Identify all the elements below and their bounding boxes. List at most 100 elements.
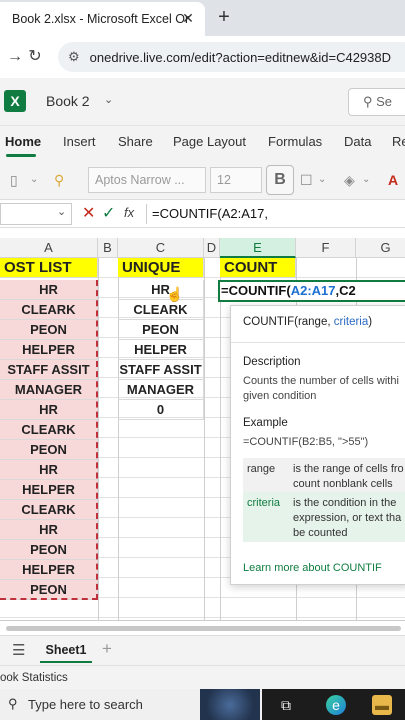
param-row-range: range is the range of cells fro count no… <box>243 458 405 492</box>
cell-a1[interactable]: OST LIST <box>0 258 98 278</box>
site-settings-icon[interactable]: ⚙ <box>68 49 80 65</box>
param-desc: is the condition in the expression, or t… <box>293 496 401 541</box>
add-sheet-icon[interactable]: + <box>102 639 112 659</box>
active-cell-e2[interactable]: =COUNTIF(A2:A17,C2 <box>218 280 405 302</box>
forward-arrow-icon[interactable]: → <box>4 46 26 68</box>
insert-function-button[interactable]: fx <box>124 205 134 220</box>
e2-formula-start: =COUNTIF( <box>221 283 291 298</box>
column-header-g[interactable]: G <box>356 238 405 258</box>
tab-page-layout[interactable]: Page Layout <box>173 134 246 149</box>
browser-tab[interactable]: Book 2.xlsx - Microsoft Excel Or <box>0 2 205 36</box>
excel-header: X Book 2 ⌄ ⚲ Se <box>0 78 405 126</box>
scrollbar-thumb[interactable] <box>6 626 401 631</box>
cell-e1[interactable]: COUNT <box>220 258 296 278</box>
formula-input[interactable]: =COUNTIF(A2:A17, <box>152 206 268 221</box>
column-header-e[interactable]: E <box>220 238 296 258</box>
cancel-formula-icon[interactable]: ✕ <box>82 203 95 223</box>
function-tooltip: COUNTIF(range, criteria) Description Cou… <box>230 305 405 585</box>
workbook-statistics[interactable]: ook Statistics <box>0 672 68 684</box>
grid-line <box>98 258 99 620</box>
task-view-icon[interactable]: ⧉ <box>276 695 296 715</box>
range-highlight <box>0 280 98 600</box>
param-desc-line: expression, or text tha <box>293 512 402 524</box>
file-explorer-icon[interactable]: ▬ <box>372 695 392 715</box>
cell-c[interactable]: HELPER <box>118 340 204 360</box>
description-line-1: Counts the number of cells withi <box>243 375 399 387</box>
font-name-value: Aptos Narrow ... <box>95 173 185 187</box>
tab-data[interactable]: Data <box>344 134 371 149</box>
windows-taskbar: Type here to search ⚲ ⧉ e ▬ <box>0 689 405 720</box>
fill-color-icon[interactable]: ◈ <box>344 170 355 190</box>
paste-dropdown-icon[interactable]: ⌄ <box>30 170 38 190</box>
font-color-icon[interactable]: A <box>388 170 398 190</box>
new-tab-button[interactable]: + <box>212 5 236 29</box>
param-row-criteria: criteria is the condition in the express… <box>243 492 405 542</box>
learn-more-link[interactable]: Learn more about COUNTIF <box>243 562 382 574</box>
mouse-cursor-icon: ☝ <box>166 286 184 302</box>
reload-icon[interactable]: ↻ <box>24 46 46 68</box>
cell-c[interactable]: 0 <box>118 400 204 420</box>
param-desc-line: is the condition in the <box>293 497 397 509</box>
description-line-2: given condition <box>243 390 317 402</box>
grid-line <box>220 258 221 620</box>
param-desc-line: count nonblank cells <box>293 478 393 490</box>
cell-c[interactable]: STAFF ASSIT <box>118 360 204 380</box>
example-heading: Example <box>243 417 288 429</box>
browser-tab-strip: Book 2.xlsx - Microsoft Excel Or ✕ + <box>0 0 405 36</box>
column-header-f[interactable]: F <box>296 238 356 258</box>
url-text: onedrive.live.com/edit?action=editnew&id… <box>89 49 392 65</box>
description-heading: Description <box>243 356 301 368</box>
sheet-tab-sheet1[interactable]: Sheet1 <box>40 639 92 663</box>
font-name-select[interactable]: Aptos Narrow ... <box>88 167 206 193</box>
name-box[interactable]: ⌄ <box>0 203 72 225</box>
horizontal-scrollbar[interactable] <box>0 620 405 635</box>
ribbon-tabs: Home Insert Share Page Layout Formulas D… <box>0 126 405 160</box>
search-box[interactable]: ⚲ Se <box>348 88 405 116</box>
function-name: COUNTIF( <box>243 316 298 328</box>
tab-insert[interactable]: Insert <box>63 134 96 149</box>
tab-review[interactable]: Re <box>392 134 405 149</box>
parameter-table: range is the range of cells fro count no… <box>243 458 405 542</box>
font-size-value: 12 <box>217 173 231 187</box>
tab-home[interactable]: Home <box>5 134 41 149</box>
borders-icon[interactable]: ☐ <box>300 170 313 190</box>
bold-button[interactable]: B <box>266 165 294 195</box>
fill-dropdown-icon[interactable]: ⌄ <box>362 170 370 190</box>
search-highlight-art <box>200 689 260 720</box>
ribbon-toolbar: ▯ ⌄ ⚲ Aptos Narrow ... 12 B ☐ ⌄ ◈ ⌄ A <box>0 160 405 200</box>
function-arg-criteria: criteria <box>333 316 369 328</box>
column-header-b[interactable]: B <box>98 238 118 258</box>
cell-c[interactable]: HR <box>118 280 204 300</box>
function-close-paren: ) <box>368 316 373 328</box>
cell-c[interactable]: CLEARK <box>118 300 204 320</box>
formula-bar-divider <box>146 204 147 224</box>
url-bar[interactable]: ⚙ onedrive.live.com/edit?action=editnew&… <box>58 42 405 72</box>
param-desc: is the range of cells fro count nonblank… <box>293 462 404 492</box>
format-painter-icon[interactable]: ⚲ <box>54 170 64 190</box>
status-bar: ook Statistics <box>0 665 405 689</box>
param-desc-line: be counted <box>293 527 348 539</box>
paste-icon[interactable]: ▯ <box>10 170 18 190</box>
sheet-list-icon[interactable]: ☰ <box>12 641 25 659</box>
column-header-a[interactable]: A <box>0 238 98 258</box>
example-text: =COUNTIF(B2:B5, ">55") <box>243 436 369 448</box>
edge-browser-icon[interactable]: e <box>326 695 346 715</box>
function-arg-range: range, <box>297 316 334 328</box>
confirm-formula-icon[interactable]: ✓ <box>102 203 115 223</box>
cell-c1[interactable]: UNIQUE <box>118 258 204 278</box>
workbook-title[interactable]: Book 2 <box>46 93 90 109</box>
column-header-d[interactable]: D <box>204 238 220 258</box>
tab-formulas[interactable]: Formulas <box>268 134 322 149</box>
font-size-select[interactable]: 12 <box>210 167 262 193</box>
formula-bar: ⌄ ✕ ✓ fx =COUNTIF(A2:A17, <box>0 200 405 228</box>
name-box-dropdown-icon[interactable]: ⌄ <box>57 205 66 218</box>
excel-logo-icon: X <box>4 90 26 112</box>
save-status-icon[interactable]: ⌄ <box>104 93 113 106</box>
close-tab-icon[interactable]: ✕ <box>178 8 198 28</box>
column-header-c[interactable]: C <box>118 238 204 258</box>
tab-share[interactable]: Share <box>118 134 153 149</box>
cell-c[interactable]: PEON <box>118 320 204 340</box>
borders-dropdown-icon[interactable]: ⌄ <box>318 170 326 190</box>
taskbar-search-text: Type here to search <box>28 697 143 712</box>
cell-c[interactable]: MANAGER <box>118 380 204 400</box>
